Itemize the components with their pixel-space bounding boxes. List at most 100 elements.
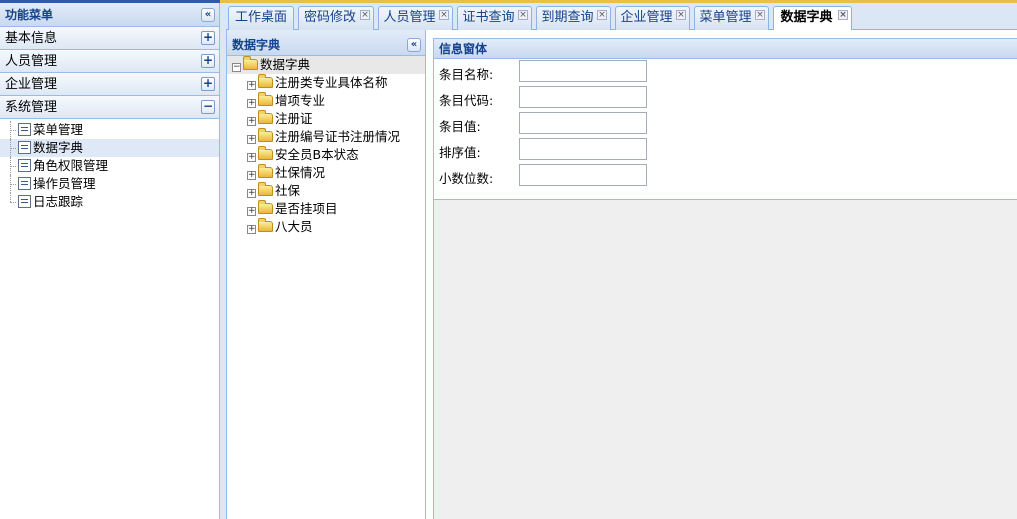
collapse-node-icon[interactable]: −: [232, 63, 241, 72]
form-row-item-value: 条目值:: [434, 111, 1017, 137]
close-icon[interactable]: ×: [360, 10, 370, 20]
tab-menu-management[interactable]: 菜单管理 ×: [694, 6, 769, 30]
close-icon[interactable]: ×: [838, 10, 848, 20]
folder-open-icon: [243, 56, 258, 70]
tree-node[interactable]: + 八大员: [227, 218, 425, 236]
tree-node-label: 注册证: [275, 111, 313, 126]
tab-personnel-management[interactable]: 人员管理 ×: [378, 6, 453, 30]
tab-workspace[interactable]: 工作桌面: [228, 6, 294, 30]
expand-icon[interactable]: +: [201, 54, 215, 68]
collapse-left-icon[interactable]: «: [201, 8, 215, 22]
menu-group-basic-info[interactable]: 基本信息 +: [0, 27, 219, 50]
menu-group-enterprise[interactable]: 企业管理 +: [0, 73, 219, 96]
tab-label: 工作桌面: [234, 10, 287, 25]
close-icon[interactable]: ×: [439, 10, 449, 20]
expand-node-icon[interactable]: +: [247, 207, 256, 216]
function-menu-panel: 功能菜单 « 基本信息 + 人员管理 + 企业管理 + 系统管理 − 菜单管理 …: [0, 3, 220, 519]
tab-label: 人员管理: [383, 10, 436, 25]
item-code-input[interactable]: [519, 86, 647, 108]
expand-icon[interactable]: +: [201, 77, 215, 91]
tree-node-label: 增项专业: [275, 93, 326, 108]
info-panel-empty-area: [433, 200, 1017, 519]
expand-icon[interactable]: +: [201, 31, 215, 45]
collapse-dictionary-icon[interactable]: «: [407, 38, 421, 52]
expand-node-icon[interactable]: +: [247, 189, 256, 198]
tab-data-dictionary[interactable]: 数据字典 ×: [773, 6, 852, 31]
data-dictionary-tree-panel: 数据字典 « − 数据字典 + 注册类专业具体名称 + 增项专业 + 注册证 + 注册编号…: [227, 30, 426, 519]
expand-node-icon[interactable]: +: [247, 117, 256, 126]
form-row-item-name: 条目名称:: [434, 59, 1017, 85]
tree-node[interactable]: + 是否挂项目: [227, 200, 425, 218]
tab-label: 到期查询: [541, 10, 594, 25]
menu-group-label: 人员管理: [5, 54, 58, 69]
folder-icon: [258, 74, 273, 88]
tab-expiry-query[interactable]: 到期查询 ×: [536, 6, 611, 30]
menu-item-log-tracking[interactable]: 日志跟踪: [0, 193, 219, 211]
expand-node-icon[interactable]: +: [247, 99, 256, 108]
tab-label: 数据字典: [780, 10, 833, 25]
menu-item-menu-management[interactable]: 菜单管理: [0, 121, 219, 139]
tab-content: 数据字典 « − 数据字典 + 注册类专业具体名称 + 增项专业 + 注册证 + 注册编号…: [226, 30, 1017, 519]
close-icon[interactable]: ×: [597, 10, 607, 20]
tree-node-label: 社保: [275, 183, 301, 198]
field-label: 条目名称:: [439, 67, 494, 82]
tab-certificate-query[interactable]: 证书查询 ×: [457, 6, 532, 30]
tree-node-label: 安全员B本状态: [275, 147, 359, 162]
tree-root-node[interactable]: − 数据字典: [227, 56, 425, 74]
tab-label: 菜单管理: [699, 10, 752, 25]
item-value-input[interactable]: [519, 112, 647, 134]
menu-item-role-permissions[interactable]: 角色权限管理: [0, 157, 219, 175]
sort-value-input[interactable]: [519, 138, 647, 160]
menu-item-operator-management[interactable]: 操作员管理: [0, 175, 219, 193]
tree-node[interactable]: + 安全员B本状态: [227, 146, 425, 164]
document-icon: [18, 195, 31, 208]
tree-node[interactable]: + 社保: [227, 182, 425, 200]
tree-node[interactable]: + 增项专业: [227, 92, 425, 110]
tab-label: 证书查询: [462, 10, 515, 25]
field-label: 条目代码:: [439, 93, 494, 108]
folder-icon: [258, 92, 273, 106]
collapse-icon[interactable]: −: [201, 100, 215, 114]
document-icon: [18, 123, 31, 136]
tree-node[interactable]: + 注册类专业具体名称: [227, 74, 425, 92]
close-icon[interactable]: ×: [676, 10, 686, 20]
close-icon[interactable]: ×: [755, 10, 765, 20]
folder-icon: [258, 218, 273, 232]
field-label: 小数位数:: [439, 171, 494, 186]
expand-node-icon[interactable]: +: [247, 153, 256, 162]
folder-icon: [258, 110, 273, 124]
tree-node[interactable]: + 社保情况: [227, 164, 425, 182]
tab-label: 密码修改: [303, 10, 356, 25]
dictionary-panel-title: 数据字典: [232, 38, 281, 52]
menu-item-data-dictionary[interactable]: 数据字典: [0, 139, 219, 157]
menu-item-label: 操作员管理: [33, 176, 96, 191]
tab-enterprise-management[interactable]: 企业管理 ×: [615, 6, 690, 30]
expand-node-icon[interactable]: +: [247, 135, 256, 144]
expand-node-icon[interactable]: +: [247, 171, 256, 180]
folder-icon: [258, 182, 273, 196]
document-icon: [18, 141, 31, 154]
dictionary-tree: − 数据字典 + 注册类专业具体名称 + 增项专业 + 注册证 + 注册编号证书注册情况 …: [227, 56, 425, 236]
menu-group-system[interactable]: 系统管理 −: [0, 96, 219, 119]
menu-group-label: 基本信息: [5, 31, 58, 46]
menu-item-label: 菜单管理: [33, 122, 84, 137]
tree-node-label: 注册编号证书注册情况: [275, 129, 401, 144]
field-label: 条目值:: [439, 119, 481, 134]
folder-icon: [258, 164, 273, 178]
form-row-decimal-places: 小数位数:: [434, 163, 1017, 189]
menu-group-personnel[interactable]: 人员管理 +: [0, 50, 219, 73]
tree-node-label: 社保情况: [275, 165, 326, 180]
menu-item-label: 角色权限管理: [33, 158, 109, 173]
folder-icon: [258, 200, 273, 214]
tree-node[interactable]: + 注册编号证书注册情况: [227, 128, 425, 146]
tab-password-change[interactable]: 密码修改 ×: [298, 6, 374, 30]
dictionary-panel-header: 数据字典 «: [227, 30, 425, 56]
close-icon[interactable]: ×: [518, 10, 528, 20]
info-panel-title: 信息窗体: [439, 42, 488, 56]
tree-node[interactable]: + 注册证: [227, 110, 425, 128]
item-name-input[interactable]: [519, 60, 647, 82]
expand-node-icon[interactable]: +: [247, 225, 256, 234]
expand-node-icon[interactable]: +: [247, 81, 256, 90]
decimal-places-input[interactable]: [519, 164, 647, 186]
system-menu-items: 菜单管理 数据字典 角色权限管理 操作员管理 日志跟踪: [0, 119, 219, 211]
